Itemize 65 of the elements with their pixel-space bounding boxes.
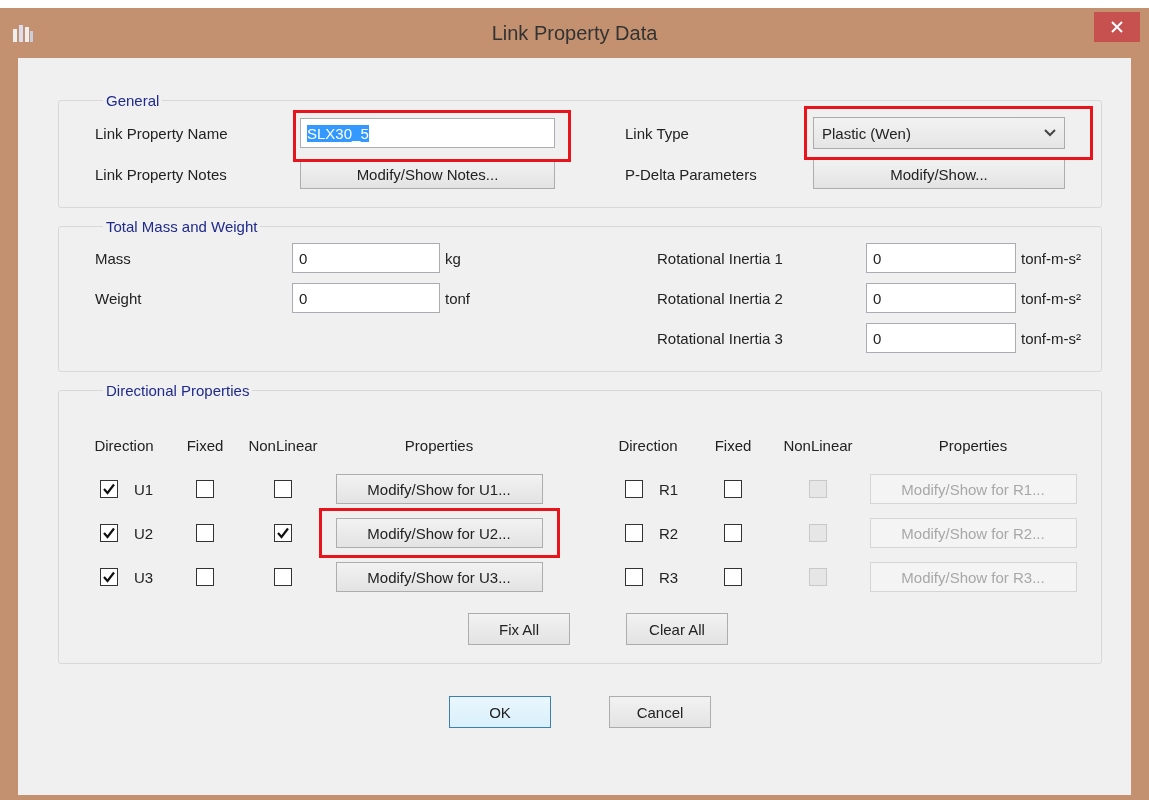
nonlinear-checkbox[interactable] [274,480,292,498]
direction-checkbox[interactable] [100,568,118,586]
unit-label: tonf-m-s² [1020,249,1082,267]
column-header: Properties [938,436,1008,454]
direction-checkbox[interactable] [625,524,643,542]
text-field[interactable]: 0 [292,243,440,273]
column-header: Fixed [186,436,224,454]
field-label: Link Property Notes [95,165,228,183]
fixed-checkbox[interactable] [724,568,742,586]
column-header: Direction [94,436,154,454]
action-button[interactable]: Fix All [468,613,570,645]
text-field[interactable]: 0 [866,323,1016,353]
window-title: Link Property Data [491,21,658,45]
direction-label: U2 [134,524,154,542]
chevron-icon [1044,129,1056,137]
direction-label: R3 [659,568,679,586]
dialog-button[interactable]: Cancel [609,696,711,728]
modify-show-button[interactable]: Modify/Show for U2... [335,518,543,548]
direction-label: R2 [659,524,679,542]
modify-show-button[interactable]: Modify/Show for U1... [335,474,543,504]
field-label: P-Delta Parameters [625,165,758,183]
field-label: Link Property Name [95,124,229,142]
group-title: Total Mass and Weight [105,218,259,235]
unit-label: tonf-m-s² [1020,329,1082,347]
fixed-checkbox[interactable] [196,568,214,586]
field-label: Rotational Inertia 3 [657,329,784,347]
action-button[interactable]: Clear All [626,613,728,645]
column-header: Fixed [714,436,752,454]
group-title: Directional Properties [105,382,251,399]
close-icon [1111,21,1123,33]
text-field[interactable]: 0 [866,243,1016,273]
direction-label: U3 [134,568,154,586]
nonlinear-checkbox[interactable] [274,568,292,586]
text-field[interactable]: 0 [866,283,1016,313]
app-icon [12,23,34,43]
direction-checkbox[interactable] [625,480,643,498]
field-label: Weight [95,289,143,307]
fixed-checkbox[interactable] [724,524,742,542]
modify-show-button[interactable]: Modify/Show... [813,159,1065,189]
unit-label: kg [444,249,462,267]
field-label: Mass [95,249,132,267]
column-header: NonLinear [783,436,853,454]
unit-label: tonf-m-s² [1020,289,1082,307]
column-header: NonLinear [248,436,318,454]
column-header: Direction [618,436,678,454]
direction-label: R1 [659,480,679,498]
close-button[interactable] [1094,12,1140,42]
text-field[interactable]: 0 [292,283,440,313]
direction-checkbox[interactable] [100,524,118,542]
group-title: General [105,92,161,109]
fixed-checkbox[interactable] [196,524,214,542]
unit-label: tonf [444,289,472,307]
field-label: Rotational Inertia 2 [657,289,784,307]
link-type-dropdown[interactable]: Plastic (Wen) [813,117,1065,149]
field-label: Rotational Inertia 1 [657,249,784,267]
modify-show-button[interactable]: Modify/Show for U3... [335,562,543,592]
dialog-button[interactable]: OK [449,696,551,728]
direction-checkbox[interactable] [625,568,643,586]
direction-label: U1 [134,480,154,498]
direction-checkbox[interactable] [100,480,118,498]
nonlinear-checkbox[interactable] [274,524,292,542]
fixed-checkbox[interactable] [196,480,214,498]
fixed-checkbox[interactable] [724,480,742,498]
column-header: Properties [404,436,474,454]
field-label: Link Type [625,124,690,142]
